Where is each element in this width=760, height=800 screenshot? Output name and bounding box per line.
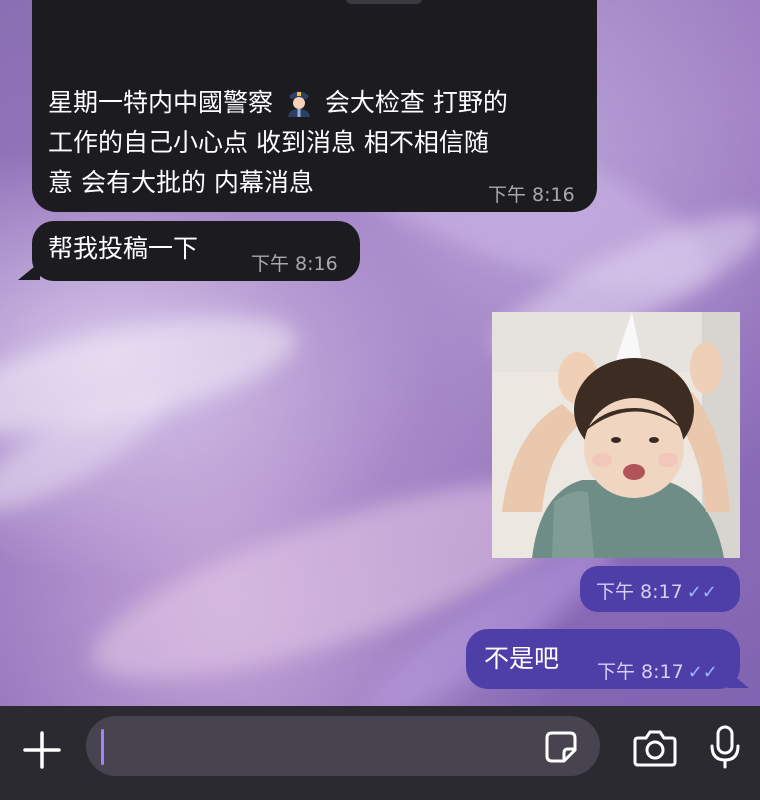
police-officer-icon: [285, 87, 313, 117]
reply-preview-bar: [346, 0, 422, 4]
plus-icon[interactable]: [22, 730, 62, 770]
message-text-line3: 意 会有大批的 内幕消息: [48, 168, 314, 197]
baby-photo[interactable]: [492, 312, 740, 558]
message-text-line1: 星期一特内中國警察 会大检查 打野的: [48, 87, 508, 117]
message-time: 下午 8:17 ✓✓: [596, 581, 717, 603]
sticker-icon[interactable]: [544, 730, 578, 764]
microphone-icon[interactable]: [708, 724, 742, 770]
message-text: 不是吧: [484, 644, 560, 673]
message-input[interactable]: [86, 716, 600, 776]
bubble-tail: [727, 670, 749, 688]
message-text: 帮我投稿一下: [48, 234, 199, 263]
message-time: 下午 8:16: [488, 184, 575, 206]
camera-icon[interactable]: [632, 728, 678, 768]
bubble-tail: [18, 262, 40, 280]
read-receipt-icon: ✓✓: [687, 662, 718, 683]
text-cursor: [101, 729, 104, 765]
read-receipt-icon: ✓✓: [686, 582, 717, 603]
message-text-line2: 工作的自己小心点 收到消息 相不相信随: [48, 128, 489, 157]
message-time: 下午 8:17 ✓✓: [597, 661, 718, 683]
message-time: 下午 8:16: [251, 253, 338, 275]
